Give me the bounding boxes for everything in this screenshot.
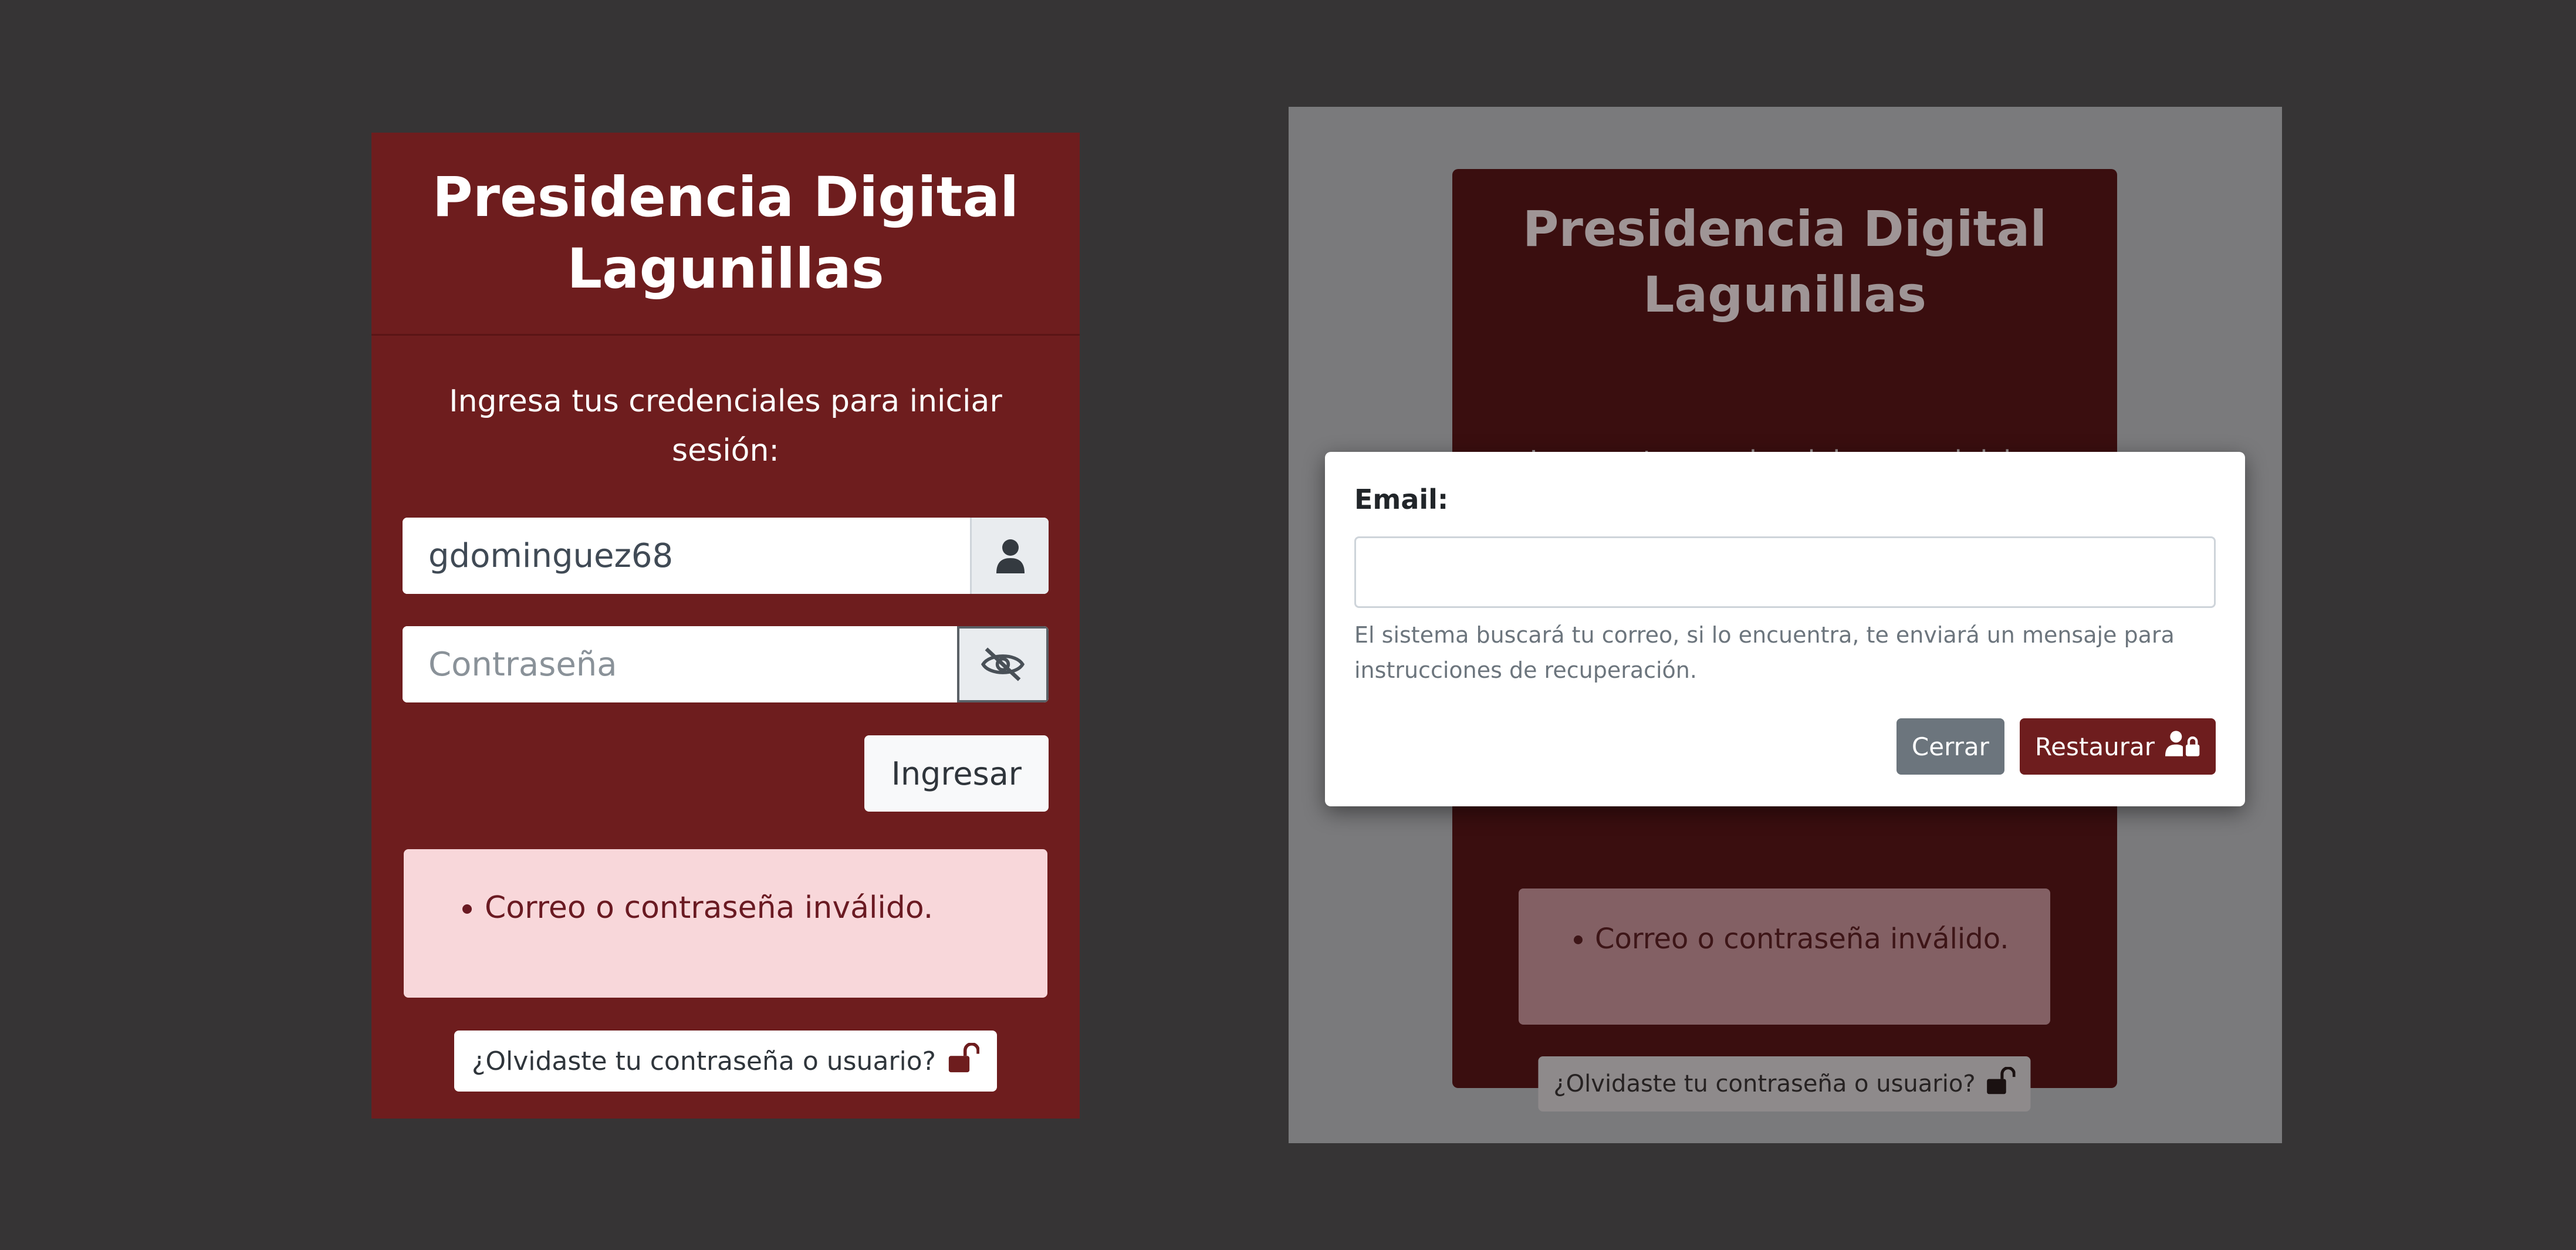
submit-row: Ingresar bbox=[403, 735, 1049, 812]
background-title-line1: Presidencia Digital bbox=[1522, 200, 2047, 258]
modal-backdrop[interactable]: Presidencia Digital Lagunillas Ingresa t… bbox=[1289, 107, 2282, 1143]
unlock-icon bbox=[946, 1042, 980, 1080]
restore-button[interactable]: Restaurar bbox=[2019, 718, 2216, 775]
username-group bbox=[403, 518, 1049, 594]
forgot-password-label: ¿Olvidaste tu contraseña o usuario? bbox=[471, 1046, 936, 1076]
modal-actions: Cerrar Restaurar bbox=[1354, 718, 2216, 775]
password-group bbox=[403, 626, 1049, 702]
background-title-line2: Lagunillas bbox=[1643, 266, 1926, 323]
login-button[interactable]: Ingresar bbox=[864, 735, 1049, 812]
background-forgot-label: ¿Olvidaste tu contraseña o usuario? bbox=[1553, 1070, 1976, 1097]
password-input[interactable] bbox=[403, 626, 957, 702]
email-help-text: El sistema buscará tu correo, si lo encu… bbox=[1354, 622, 2175, 683]
unlock-icon bbox=[1985, 1066, 2016, 1101]
user-lock-icon bbox=[2165, 729, 2200, 763]
email-field[interactable] bbox=[1354, 536, 2216, 608]
background-error-alert: Correo o contraseña inválido. bbox=[1519, 888, 2050, 1025]
email-label: Email: bbox=[1354, 484, 1449, 515]
forgot-password-button[interactable]: ¿Olvidaste tu contraseña o usuario? bbox=[454, 1031, 997, 1092]
recover-modal: Email: El sistema buscará tu correo, si … bbox=[1325, 452, 2245, 806]
login-instructions: Ingresa tus credenciales para iniciar se… bbox=[449, 384, 1002, 468]
background-title: Presidencia Digital Lagunillas bbox=[1452, 196, 2117, 327]
forgot-wrap: ¿Olvidaste tu contraseña o usuario? bbox=[371, 1031, 1080, 1092]
background-error-message: Correo o contraseña inválido. bbox=[1595, 923, 2050, 955]
user-icon bbox=[970, 518, 1049, 594]
error-message: Correo o contraseña inválido. bbox=[485, 890, 1047, 925]
background-forgot-button: ¿Olvidaste tu contraseña o usuario? bbox=[1538, 1056, 2031, 1112]
error-alert: Correo o contraseña inválido. bbox=[404, 849, 1047, 998]
card-header: Presidencia Digital Lagunillas bbox=[371, 133, 1080, 336]
username-input[interactable] bbox=[403, 518, 970, 594]
card-body: Ingresa tus credenciales para iniciar se… bbox=[371, 377, 1080, 812]
app-title-line2: Lagunillas bbox=[567, 237, 884, 301]
login-card: Presidencia Digital Lagunillas Ingresa t… bbox=[371, 133, 1080, 1119]
close-button[interactable]: Cerrar bbox=[1896, 718, 2004, 775]
eye-slash-icon[interactable] bbox=[957, 626, 1049, 702]
restore-label: Restaurar bbox=[2034, 732, 2155, 761]
app-title-line1: Presidencia Digital bbox=[432, 165, 1019, 229]
